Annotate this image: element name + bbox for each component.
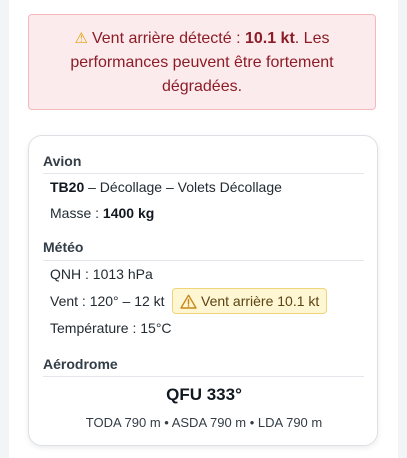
- alert-wind-value: 10.1 kt: [244, 30, 295, 47]
- weather-qnh: QNH : 1013 hPa: [50, 266, 153, 282]
- warning-outline-icon: [180, 292, 197, 316]
- runway-distances: TODA 790 m • ASDA 790 m • LDA 790 m: [85, 415, 323, 430]
- section-title-weather: Météo: [43, 239, 84, 255]
- divider: [43, 376, 364, 377]
- tailwind-alert: ⚠ Vent arrière détecté : 10.1 kt. Les per…: [28, 14, 376, 110]
- divider: [43, 260, 364, 261]
- runway-qfu: QFU 333°: [166, 385, 242, 404]
- tailwind-badge: Vent arrière 10.1 kt: [172, 288, 328, 316]
- weather-wind: Vent : 120° – 12 kt: [50, 293, 165, 309]
- alert-line-2: performances peuvent être fortement: [70, 54, 334, 71]
- summary-card: Avion TB20 – Décollage – Volets Décollag…: [28, 135, 378, 446]
- alert-suffix: . Les: [294, 30, 330, 47]
- aircraft-type: TB20: [50, 179, 85, 195]
- aircraft-mass: Masse : 1400 kg: [50, 205, 154, 221]
- divider: [43, 173, 364, 174]
- mass-value: 1400 kg: [102, 205, 155, 221]
- badge-label: Vent arrière 10.1 kt: [201, 293, 320, 309]
- warning-icon: ⚠: [74, 30, 88, 47]
- weather-temperature: Température : 15°C: [50, 320, 172, 336]
- mass-label: Masse :: [50, 205, 103, 221]
- alert-line-3: dégradées.: [161, 78, 243, 95]
- section-title-airfield: Aérodrome: [43, 356, 118, 372]
- aircraft-config: TB20 – Décollage – Volets Décollage: [50, 179, 282, 195]
- alert-line-1: ⚠ Vent arrière détecté : 10.1 kt. Les: [29, 27, 375, 51]
- section-title-aircraft: Avion: [43, 153, 82, 169]
- aircraft-phase: – Décollage – Volets Décollage: [84, 179, 282, 195]
- alert-prefix: Vent arrière détecté :: [91, 30, 245, 47]
